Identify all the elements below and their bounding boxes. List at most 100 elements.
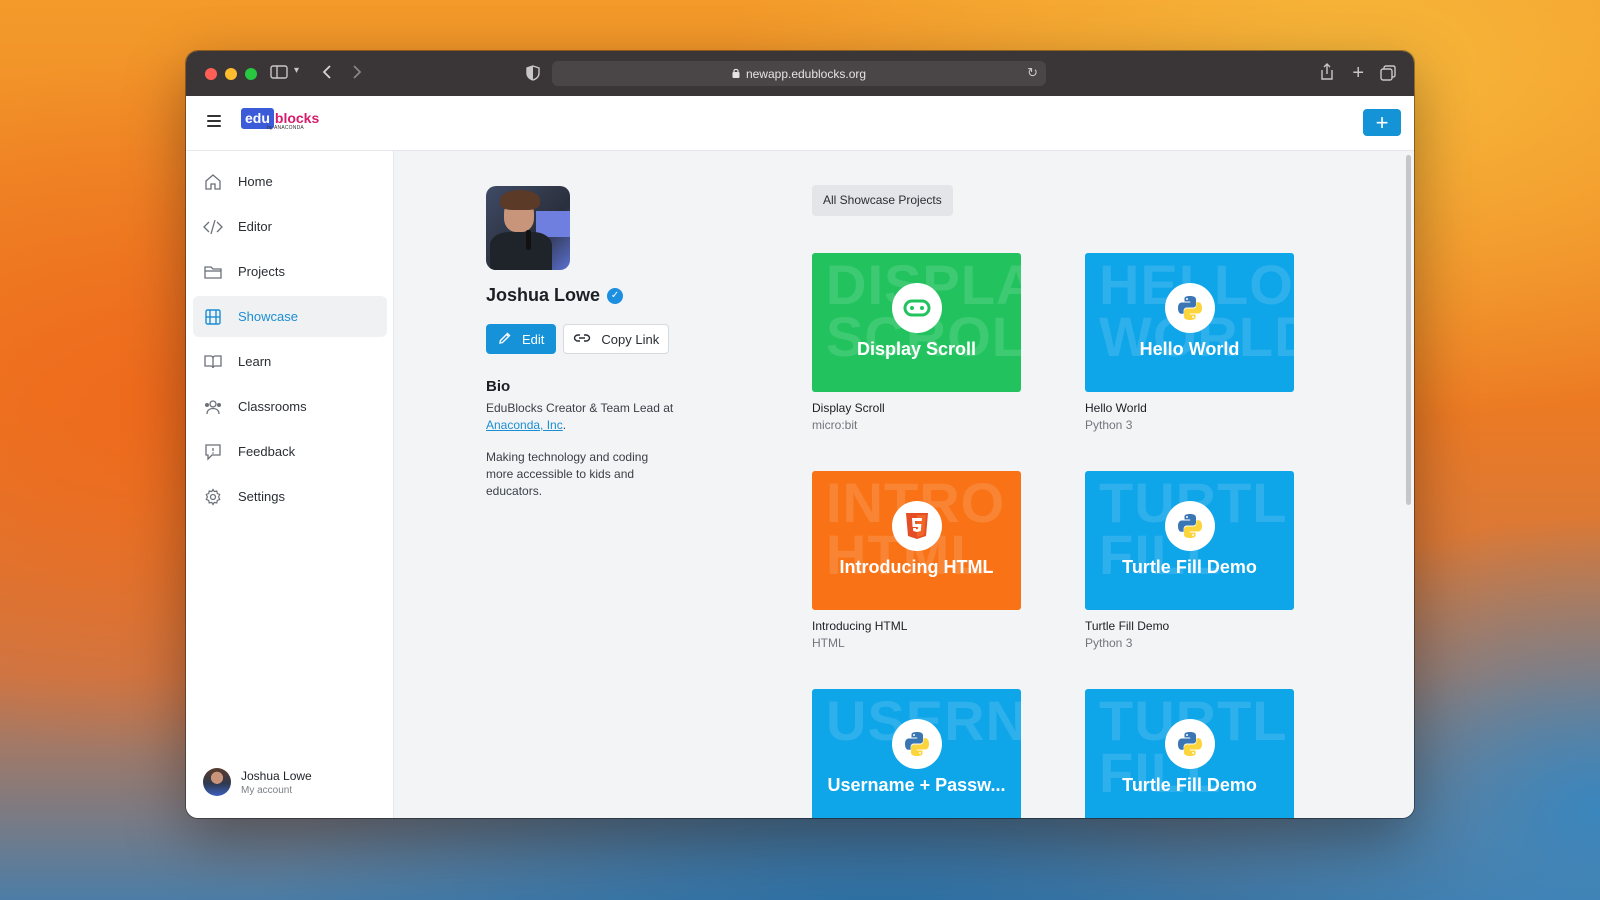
- profile-panel: Joshua Lowe ✓ Edit Copy Link Bio EduBloc…: [486, 186, 686, 500]
- html5-icon: [892, 501, 942, 551]
- window-controls: [205, 68, 257, 80]
- back-icon[interactable]: [322, 64, 332, 83]
- add-project-button[interactable]: +: [1363, 109, 1401, 136]
- sidebar: Home Editor Projects Showcase Learn Clas…: [186, 151, 394, 818]
- bio-line: EduBlocks Creator & Team Lead at: [486, 401, 674, 415]
- home-icon: [203, 173, 223, 191]
- share-icon[interactable]: [1320, 63, 1334, 84]
- bio-paragraph: Making technology and coding more access…: [486, 450, 649, 498]
- project-card[interactable]: DISPLA SCROLLDisplay Scroll Display Scrol…: [812, 253, 1021, 432]
- lock-icon: [732, 67, 740, 81]
- project-language: HTML: [812, 636, 845, 650]
- sidebar-item-classrooms[interactable]: Classrooms: [193, 386, 387, 427]
- browser-toolbar: ▾ newapp.edublocks.org ↻ +: [186, 51, 1414, 96]
- gear-icon: [203, 487, 223, 506]
- project-card[interactable]: USERNUsername + Passw...: [812, 689, 1021, 818]
- sidebar-item-editor[interactable]: Editor: [193, 206, 387, 247]
- project-thumbnail[interactable]: INTRO HTMLIntroducing HTML: [812, 471, 1021, 610]
- pencil-icon: [498, 331, 512, 348]
- python-icon: [1165, 283, 1215, 333]
- close-window-button[interactable]: [205, 68, 217, 80]
- scrollbar[interactable]: [1406, 155, 1411, 505]
- menu-icon[interactable]: [207, 115, 221, 130]
- chevron-down-icon[interactable]: ▾: [294, 66, 299, 76]
- sidebar-item-learn[interactable]: Learn: [193, 341, 387, 382]
- python-icon: [892, 719, 942, 769]
- sidebar-item-label: Feedback: [238, 444, 296, 459]
- all-showcase-projects-button[interactable]: All Showcase Projects: [812, 185, 953, 216]
- verified-badge-icon: ✓: [607, 287, 624, 304]
- project-thumbnail[interactable]: HELLO WORLDHello World: [1085, 253, 1294, 392]
- code-icon: [203, 218, 223, 236]
- sidebar-item-settings[interactable]: Settings: [193, 476, 387, 517]
- shield-icon[interactable]: [526, 65, 540, 84]
- bio-text: EduBlocks Creator & Team Lead at Anacond…: [486, 400, 686, 434]
- minimize-window-button[interactable]: [225, 68, 237, 80]
- sidebar-item-label: Settings: [238, 489, 285, 504]
- users-icon: [203, 398, 223, 416]
- copy-link-label: Copy Link: [601, 331, 660, 347]
- project-thumbnail[interactable]: DISPLA SCROLLDisplay Scroll: [812, 253, 1021, 392]
- microbit-icon: [892, 283, 942, 333]
- main-content: Joshua Lowe ✓ Edit Copy Link Bio EduBloc…: [394, 151, 1414, 818]
- project-thumbnail[interactable]: USERNUsername + Passw...: [812, 689, 1021, 818]
- thumbnail-title: Turtle Fill Demo: [1122, 557, 1257, 577]
- tabs-overview-icon[interactable]: [1380, 65, 1396, 84]
- sidebar-item-label: Projects: [238, 264, 285, 279]
- logo-accent: blocks: [274, 110, 320, 126]
- profile-photo: [486, 186, 570, 270]
- app-header: edu blocks by ANACONDA +: [186, 96, 1414, 151]
- project-card[interactable]: TURTL FILLTurtle Fill Demo: [1085, 689, 1294, 818]
- project-language: Python 3: [1085, 418, 1133, 432]
- account-sub: My account: [241, 784, 293, 796]
- project-card[interactable]: INTRO HTMLIntroducing HTMLIntroducing HT…: [812, 471, 1021, 650]
- browser-window: ▾ newapp.edublocks.org ↻ + edu blocks by…: [186, 51, 1414, 818]
- project-language: Python 3: [1085, 636, 1133, 650]
- project-title[interactable]: Introducing HTML: [812, 619, 1021, 633]
- edublocks-logo[interactable]: edu blocks by ANACONDA: [241, 108, 320, 131]
- thumbnail-title: Introducing HTML: [839, 557, 994, 577]
- sidebar-item-label: Home: [238, 174, 273, 189]
- sidebar-item-feedback[interactable]: Feedback: [193, 431, 387, 472]
- profile-name: Joshua Lowe: [486, 285, 601, 305]
- copy-link-button[interactable]: Copy Link: [563, 324, 670, 354]
- reload-icon[interactable]: ↻: [1027, 65, 1038, 81]
- zoom-window-button[interactable]: [245, 68, 257, 80]
- python-icon: [1165, 501, 1215, 551]
- thumbnail-title: Turtle Fill Demo: [1122, 775, 1257, 795]
- new-tab-icon[interactable]: +: [1352, 63, 1364, 83]
- anaconda-link[interactable]: Anaconda, Inc: [486, 418, 563, 432]
- project-title[interactable]: Hello World: [1085, 401, 1294, 415]
- account-name: Joshua Lowe: [241, 768, 312, 783]
- edit-label: Edit: [522, 331, 545, 347]
- project-thumbnail[interactable]: TURTL FILLTurtle Fill Demo: [1085, 689, 1294, 818]
- thumbnail-title: Username + Passw...: [827, 775, 1006, 795]
- sidebar-item-projects[interactable]: Projects: [193, 251, 387, 292]
- edit-profile-button[interactable]: Edit: [486, 324, 557, 354]
- film-icon: [203, 308, 223, 326]
- sidebar-item-home[interactable]: Home: [193, 161, 387, 202]
- bio-heading: Bio: [486, 378, 511, 395]
- project-language: micro:bit: [812, 418, 858, 432]
- feedback-icon: [203, 443, 223, 461]
- sidebar-item-label: Classrooms: [238, 399, 307, 414]
- project-card[interactable]: HELLO WORLDHello WorldHello WorldPython …: [1085, 253, 1294, 432]
- thumbnail-title: Hello World: [1139, 339, 1240, 359]
- sidebar-item-label: Learn: [238, 354, 272, 369]
- address-bar[interactable]: newapp.edublocks.org ↻: [552, 61, 1046, 86]
- project-thumbnail[interactable]: TURTL FILLTurtle Fill Demo: [1085, 471, 1294, 610]
- forward-icon[interactable]: [352, 64, 362, 83]
- avatar: [203, 768, 231, 796]
- url-text: newapp.edublocks.org: [745, 66, 867, 81]
- project-title[interactable]: Display Scroll: [812, 401, 1021, 415]
- bio-period: .: [562, 418, 567, 432]
- sidebar-item-showcase[interactable]: Showcase: [193, 296, 387, 337]
- logo-sub: by ANACONDA: [267, 125, 304, 131]
- sidebar-toggle-icon[interactable]: [270, 65, 288, 82]
- sidebar-item-label: Showcase: [238, 309, 298, 324]
- python-icon: [1165, 719, 1215, 769]
- account-menu[interactable]: Joshua Lowe My account: [203, 768, 312, 796]
- folder-icon: [203, 263, 223, 281]
- project-card[interactable]: TURTL FILLTurtle Fill DemoTurtle Fill De…: [1085, 471, 1294, 650]
- project-title[interactable]: Turtle Fill Demo: [1085, 619, 1294, 633]
